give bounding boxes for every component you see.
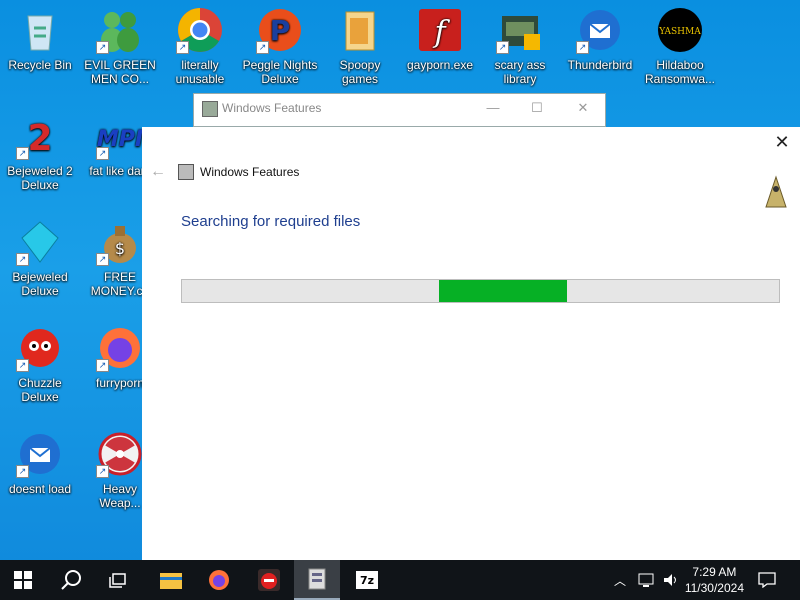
gem-icon: ↗: [16, 218, 64, 266]
desktop-icon-bejeweled-2[interactable]: 2 ↗ Bejeweled 2 Deluxe: [0, 106, 80, 206]
progress-fill: [438, 280, 568, 302]
desktop-icon-scary-ass-library[interactable]: ↗ scary ass library: [480, 0, 560, 100]
task-view-icon: [109, 573, 126, 588]
desktop-icon-label: Bejeweled Deluxe: [12, 270, 68, 298]
progress-bar: [181, 279, 780, 303]
desktop-icon-label: doesnt load: [8, 482, 72, 496]
taskbar-7zip[interactable]: 7z: [344, 560, 390, 600]
search-icon: [61, 570, 81, 590]
desktop-icon-label: EVIL GREEN MEN CO...: [84, 58, 156, 86]
money-bag-icon: $ ↗: [96, 218, 144, 266]
recycle-bin-icon: [16, 6, 64, 54]
peggle-icon: P ↗: [256, 6, 304, 54]
windows-features-icon: [202, 101, 218, 117]
svg-text:2: 2: [27, 118, 52, 159]
firefox-icon: ↗: [96, 324, 144, 372]
desktop-icon-label: Spoopy games: [339, 58, 381, 86]
network-icon[interactable]: [638, 560, 656, 600]
taskbar-firefox[interactable]: [196, 560, 242, 600]
shortcut-arrow-icon: ↗: [96, 147, 109, 160]
task-view-button[interactable]: [96, 560, 142, 600]
green-men-icon: ↗: [96, 6, 144, 54]
back-arrow-icon[interactable]: ←: [150, 163, 166, 181]
windows-logo-icon: [14, 571, 32, 589]
search-button[interactable]: [48, 560, 94, 600]
desktop-icon-thunderbird[interactable]: ↗ Thunderbird: [560, 0, 640, 100]
maximize-button[interactable]: ☐: [522, 97, 552, 119]
library-icon: ↗: [496, 6, 544, 54]
desktop-icon-doesnt-load[interactable]: ↗ doesnt load: [0, 424, 80, 524]
radiation-icon: ↗: [96, 430, 144, 478]
close-button[interactable]: ✕: [568, 97, 598, 119]
shortcut-arrow-icon: ↗: [16, 465, 29, 478]
desktop-icon-spoopy-games[interactable]: Spoopy games: [320, 0, 400, 100]
shortcut-arrow-icon: ↗: [96, 253, 109, 266]
svg-text:YASHMA: YASHMA: [658, 27, 701, 37]
clock-date: 11/30/2024: [684, 581, 744, 595]
svg-text:$: $: [115, 239, 125, 258]
taskbar-windows-features[interactable]: [294, 560, 340, 600]
shortcut-arrow-icon: ↗: [576, 41, 589, 54]
desktop-icon-label: Thunderbird: [567, 58, 633, 72]
notifications-icon[interactable]: [758, 560, 776, 600]
bejeweled-2-icon: 2 ↗: [16, 112, 64, 160]
desktop-icon-hildaboo[interactable]: YASHMA Hildaboo Ransomwa...: [640, 0, 720, 100]
mpi-icon: MPI ↗: [96, 112, 144, 160]
system-clock[interactable]: 7:29 AM 11/30/2024: [685, 564, 744, 596]
desktop-icon-label: Recycle Bin: [8, 58, 72, 72]
clock-time: 7:29 AM: [692, 565, 737, 579]
shortcut-arrow-icon: ↗: [16, 147, 29, 160]
svg-text:P: P: [270, 14, 291, 47]
desktop-icon-label: scary ass library: [494, 58, 546, 86]
desktop-icon-chrome[interactable]: ↗ literally unusable: [160, 0, 240, 100]
desktop-icon-chuzzle[interactable]: ↗ Chuzzle Deluxe: [0, 318, 80, 418]
folder-icon: [336, 6, 384, 54]
minimize-button[interactable]: —: [478, 97, 508, 119]
taskbar-file-explorer[interactable]: [148, 560, 194, 600]
shortcut-arrow-icon: ↗: [96, 465, 109, 478]
desktop-icon-label: Bejeweled 2 Deluxe: [7, 164, 73, 192]
thunderbird-icon: ↗: [576, 6, 624, 54]
desktop-icon-evil-green-men[interactable]: ↗ EVIL GREEN MEN CO...: [80, 0, 160, 100]
windows-features-icon: [178, 164, 194, 180]
shortcut-arrow-icon: ↗: [96, 41, 109, 54]
desktop-icon-bejeweled[interactable]: ↗ Bejeweled Deluxe: [0, 212, 80, 312]
dialog-title: Windows Features: [200, 165, 300, 179]
shortcut-arrow-icon: ↗: [16, 359, 29, 372]
desktop-icon-label: literally unusable: [175, 58, 225, 86]
taskbar-angry-birds[interactable]: [246, 560, 292, 600]
tray-overflow-chevron-icon[interactable]: ︿: [614, 560, 626, 600]
corner-figure-icon: [765, 175, 787, 208]
shortcut-arrow-icon: ↗: [176, 41, 189, 54]
taskbar: 7z ︿ 7:29 AM 11/30/2024: [0, 560, 800, 600]
yashma-icon: YASHMA: [656, 6, 704, 54]
windows-features-dialog: ✕ ← Windows Features Searching for requi…: [142, 127, 800, 560]
windows-features-icon: [308, 568, 326, 590]
window-title: Windows Features: [222, 101, 322, 115]
chrome-icon: ↗: [176, 6, 224, 54]
desktop-icon-peggle[interactable]: P ↗ Peggle Nights Deluxe: [240, 0, 320, 100]
shortcut-arrow-icon: ↗: [16, 253, 29, 266]
desktop-icon-gayporn-exe[interactable]: f gayporn.exe: [400, 0, 480, 100]
desktop-icon-label: Hildaboo Ransomwa...: [644, 58, 716, 86]
desktop-icon-label: Peggle Nights Deluxe: [242, 58, 318, 86]
shortcut-arrow-icon: ↗: [496, 41, 509, 54]
shortcut-arrow-icon: ↗: [256, 41, 269, 54]
status-heading: Searching for required files: [181, 213, 361, 230]
start-button[interactable]: [0, 560, 46, 600]
desktop-icon-label: gayporn.exe: [406, 58, 474, 72]
background-windows-features-window[interactable]: Windows Features — ☐ ✕: [193, 93, 606, 127]
folder-icon: [160, 573, 182, 589]
red-bird-icon: [258, 569, 280, 591]
volume-icon[interactable]: [662, 560, 680, 600]
firefox-icon: [209, 570, 229, 590]
desktop-icon-label: Chuzzle Deluxe: [18, 376, 62, 404]
flash-icon: f: [416, 6, 464, 54]
thunderbird-icon: ↗: [16, 430, 64, 478]
seven-zip-icon: 7z: [356, 571, 378, 589]
dialog-close-button[interactable]: ✕: [772, 133, 792, 153]
desktop-icon-recycle-bin[interactable]: Recycle Bin: [0, 0, 80, 100]
shortcut-arrow-icon: ↗: [96, 359, 109, 372]
chuzzle-icon: ↗: [16, 324, 64, 372]
